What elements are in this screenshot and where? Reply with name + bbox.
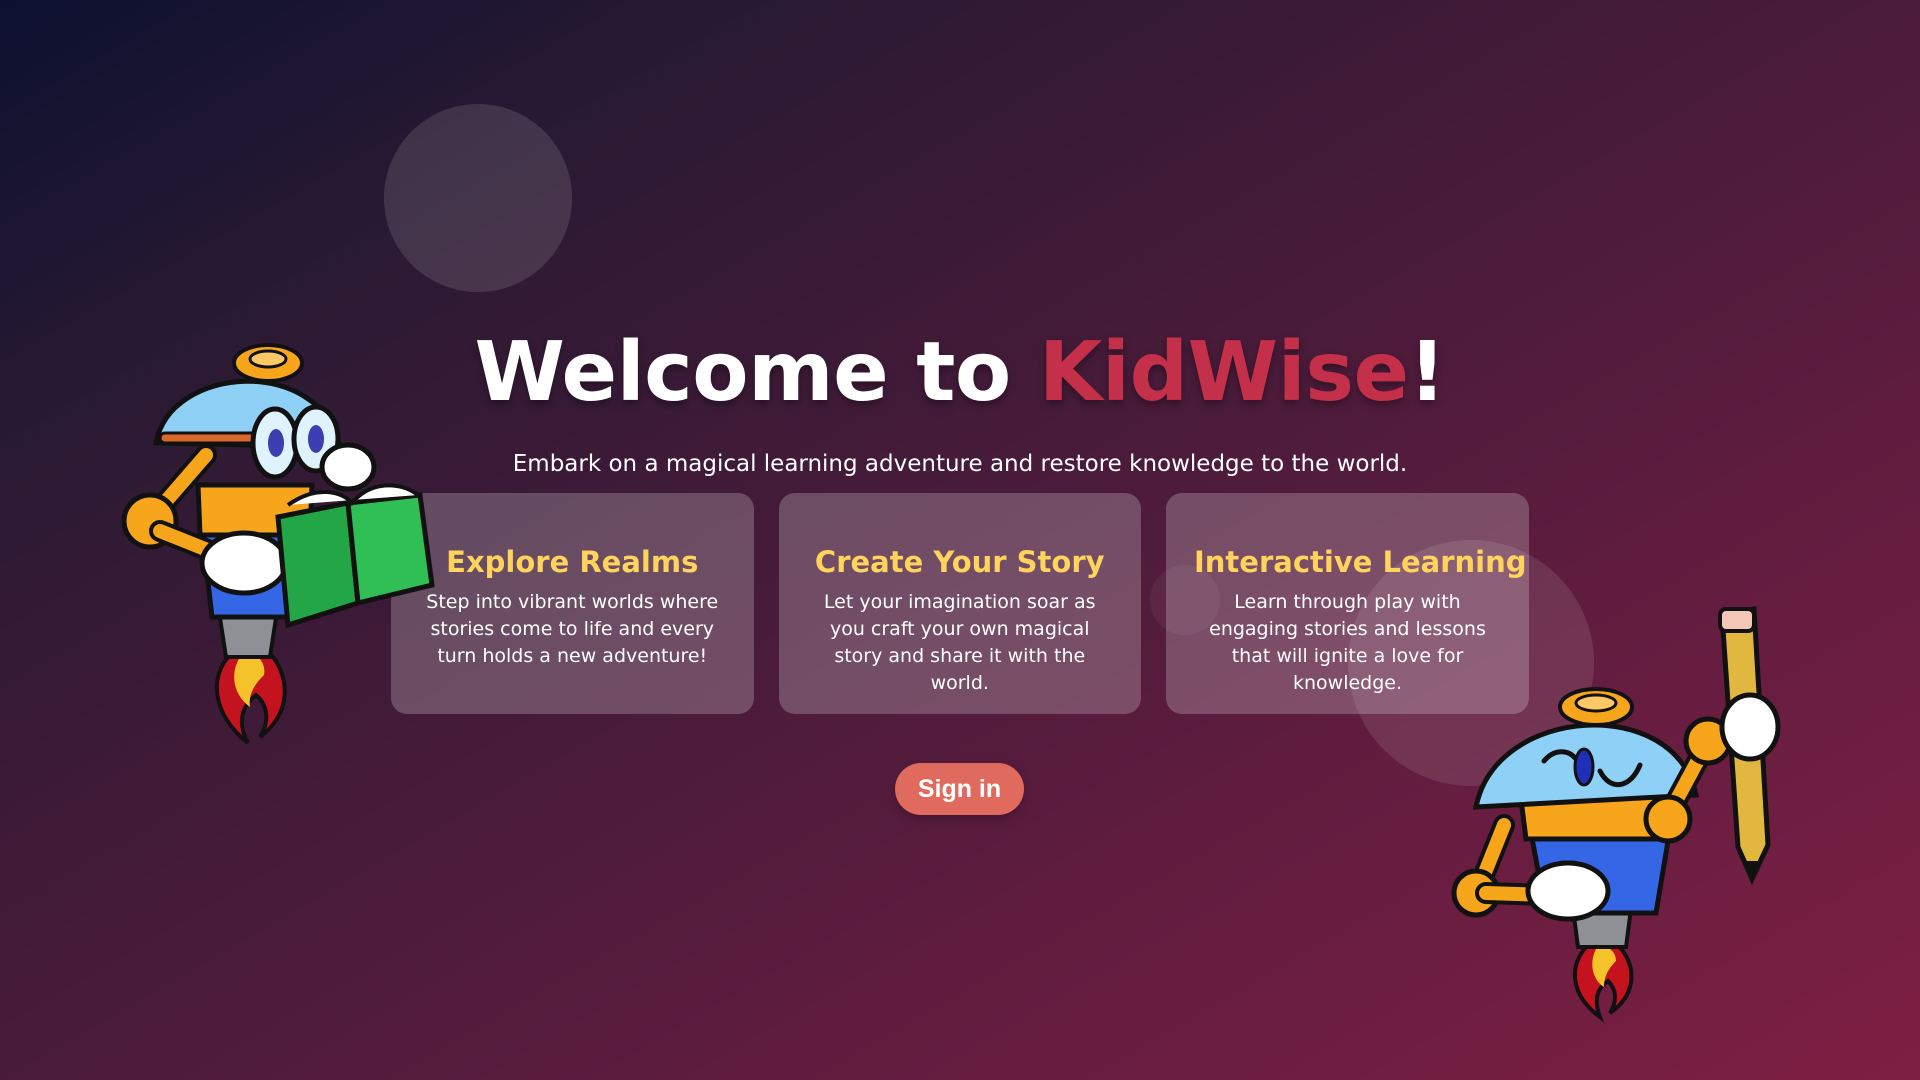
feature-card-description: Let your imagination soar as you craft y… [823,591,1096,694]
decorative-bubble [384,104,572,292]
title-suffix: ! [1408,325,1446,420]
robot-reading-book-icon [121,343,435,745]
feature-card-description: Step into vibrant worlds where stories c… [426,591,719,667]
feature-cards: Explore Realms Step into vibrant worlds … [391,493,1529,714]
feature-card-title: Create Your Story [814,545,1105,579]
brand-name: KidWise [1038,325,1409,420]
feature-card-create-your-story: Create Your Story Let your imagination s… [778,493,1141,714]
feature-card-title: Interactive Learning [1194,545,1527,579]
feature-card-title: Explore Realms [446,545,699,579]
sign-in-button[interactable]: Sign in [895,763,1024,815]
title-prefix: Welcome to [474,325,1039,420]
robot-holding-pencil-icon [1451,606,1781,1023]
